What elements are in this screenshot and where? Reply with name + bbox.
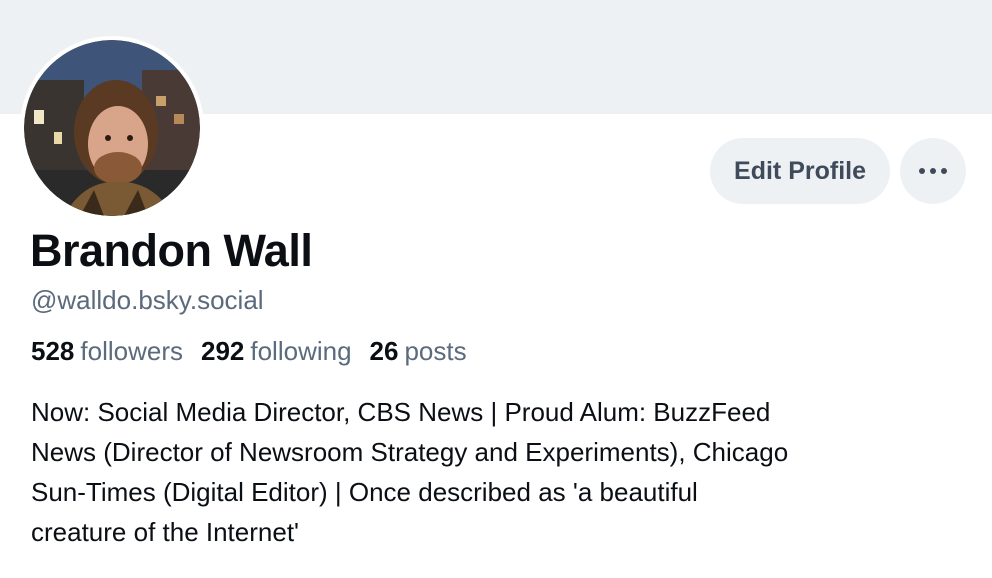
posts-stat: 26 posts	[370, 334, 467, 368]
followers-stat[interactable]: 528 followers	[31, 334, 183, 368]
following-stat[interactable]: 292 following	[201, 334, 352, 368]
more-options-button[interactable]	[900, 138, 966, 204]
following-label: following	[250, 336, 352, 366]
avatar[interactable]	[20, 36, 204, 220]
edit-profile-button[interactable]: Edit Profile	[710, 138, 890, 204]
following-count: 292	[200, 336, 245, 366]
avatar-photo	[24, 40, 200, 216]
display-name: Brandon Wall	[30, 225, 313, 276]
profile-handle: @walldo.bsky.social	[31, 285, 264, 315]
posts-label: posts	[404, 336, 467, 366]
followers-count: 528	[31, 336, 75, 366]
profile-stats: 528 followers 292 following 26 posts	[31, 334, 467, 368]
followers-label: followers	[80, 336, 183, 366]
more-icon	[919, 168, 947, 174]
profile-bio: Now: Social Media Director, CBS News | P…	[31, 397, 789, 547]
posts-count: 26	[369, 336, 399, 366]
profile-actions: Edit Profile	[710, 138, 966, 204]
